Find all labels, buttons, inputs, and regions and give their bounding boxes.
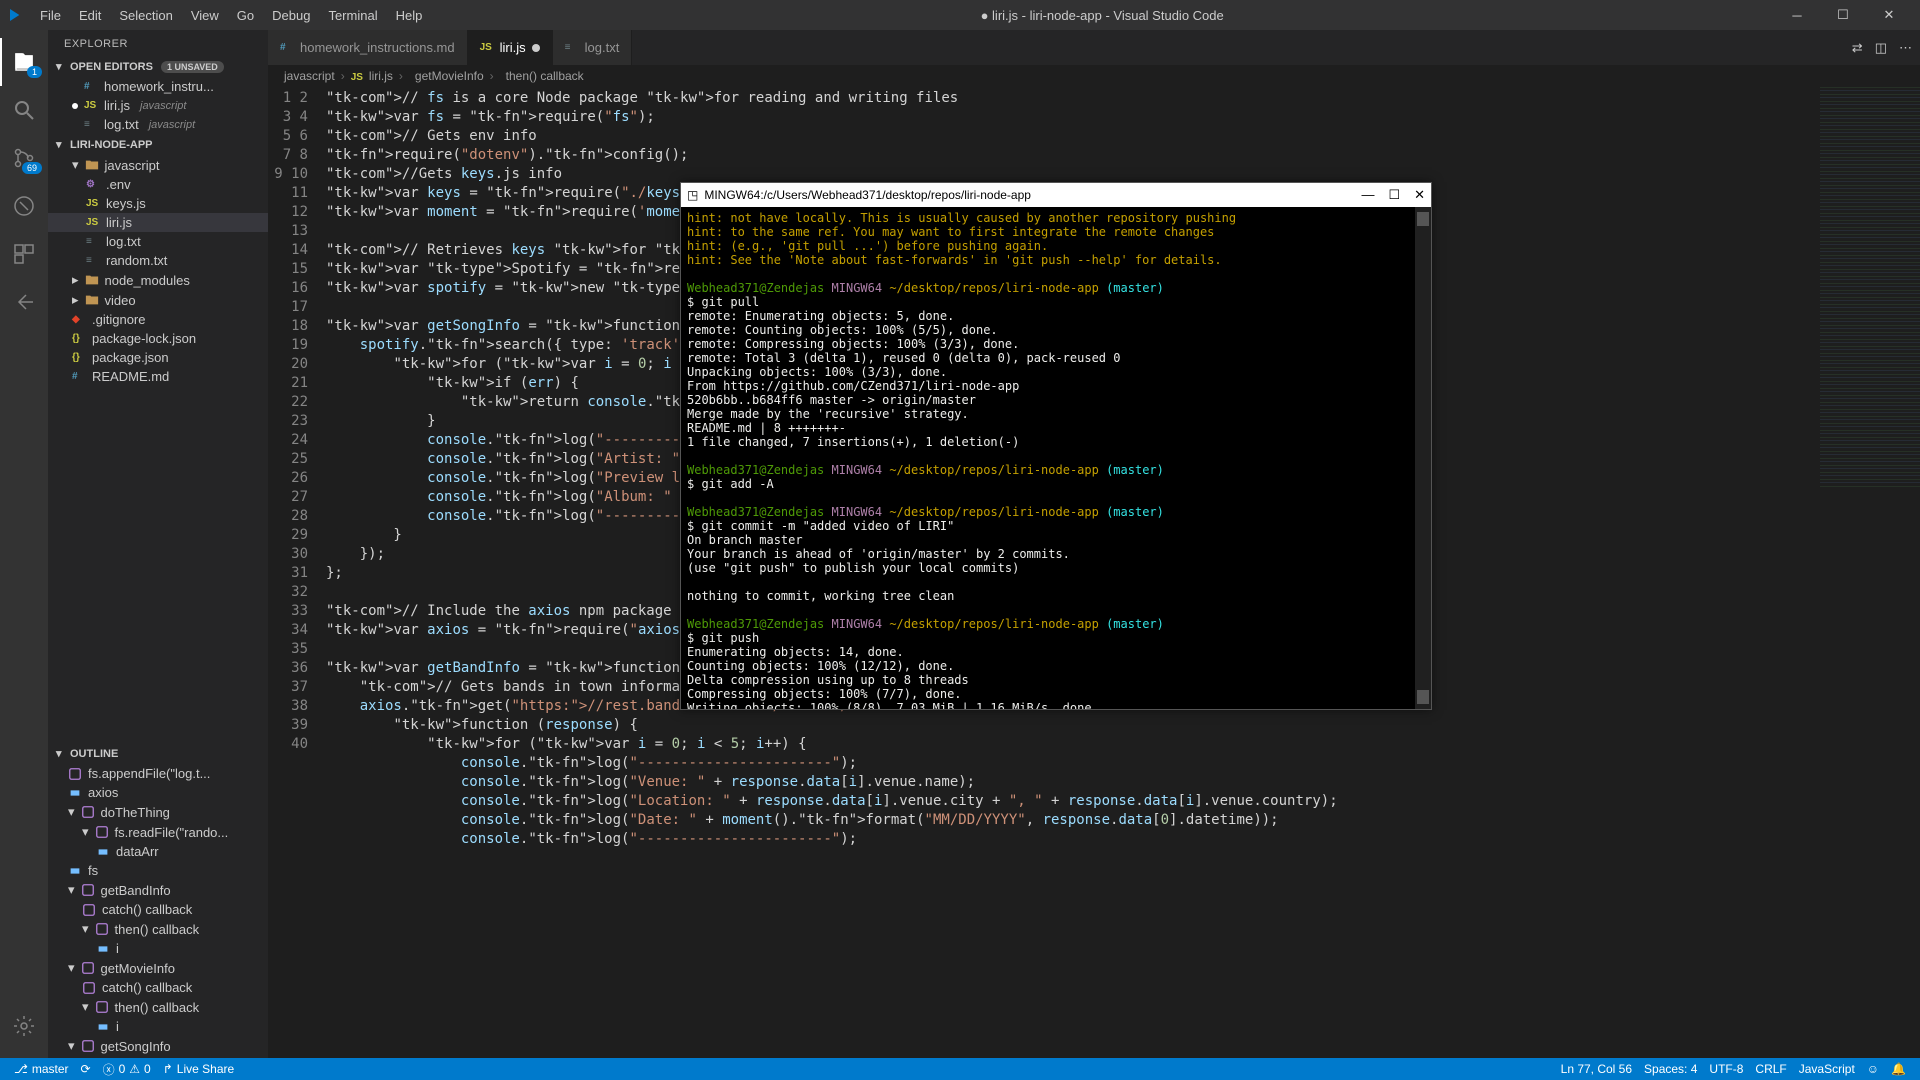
menu-go[interactable]: Go	[229, 4, 262, 27]
outline-item[interactable]: catch() callback	[48, 978, 268, 997]
eol[interactable]: CRLF	[1749, 1062, 1792, 1076]
activity-bar: 1 69	[0, 30, 48, 1058]
menu-selection[interactable]: Selection	[111, 4, 180, 27]
project-header[interactable]: ▾ LIRI-NODE-APP	[48, 136, 268, 153]
encoding[interactable]: UTF-8	[1703, 1062, 1749, 1076]
menu-terminal[interactable]: Terminal	[320, 4, 385, 27]
file-tree-item[interactable]: ⚙.env	[48, 175, 268, 194]
terminal-maximize-button[interactable]: ☐	[1388, 187, 1400, 203]
outline-item[interactable]: ▾ getSongInfo	[48, 1036, 268, 1056]
minimap[interactable]	[1820, 87, 1920, 487]
outline-item[interactable]: axios	[48, 783, 268, 802]
menu-file[interactable]: File	[32, 4, 69, 27]
file-tree-item[interactable]: ▸ node_modules	[48, 270, 268, 290]
liveshare-view-icon[interactable]	[0, 278, 48, 326]
unsaved-badge: 1 UNSAVED	[161, 61, 224, 73]
language-mode[interactable]: JavaScript	[1793, 1062, 1861, 1076]
terminal-minimize-button[interactable]: —	[1361, 187, 1374, 203]
menu-debug[interactable]: Debug	[264, 4, 318, 27]
breadcrumb-item[interactable]: then() callback	[506, 69, 584, 83]
terminal-output[interactable]: hint: not have locally. This is usually …	[681, 207, 1431, 709]
cursor-position[interactable]: Ln 77, Col 56	[1555, 1062, 1638, 1076]
vscode-icon	[8, 7, 24, 23]
menu-help[interactable]: Help	[388, 4, 431, 27]
settings-icon[interactable]	[0, 1002, 48, 1050]
breadcrumb-item[interactable]: getMovieInfo	[415, 69, 484, 83]
split-editor-icon[interactable]: ◫	[1875, 40, 1887, 56]
debug-view-icon[interactable]	[0, 182, 48, 230]
close-button[interactable]: ✕	[1866, 0, 1912, 30]
terminal-icon: ◳	[687, 188, 698, 202]
extensions-view-icon[interactable]	[0, 230, 48, 278]
outline-item[interactable]: ▾ then() callback	[48, 919, 268, 939]
more-icon[interactable]: ⋯	[1899, 40, 1912, 56]
explorer-badge: 1	[27, 66, 42, 78]
file-tree-item[interactable]: {}package-lock.json	[48, 329, 268, 348]
editor-tab[interactable]: ≡log.txt	[553, 30, 633, 65]
outline-item[interactable]: ▾ getMovieInfo	[48, 958, 268, 978]
menu-edit[interactable]: Edit	[71, 4, 109, 27]
sidebar-title: EXPLORER	[48, 30, 268, 58]
minimize-button[interactable]: ─	[1774, 0, 1820, 30]
feedback-icon[interactable]: ☺	[1861, 1062, 1885, 1076]
line-numbers: 1 2 3 4 5 6 7 8 9 10 11 12 13 14 15 16 1…	[268, 87, 326, 1058]
scm-view-icon[interactable]: 69	[0, 134, 48, 182]
maximize-button[interactable]: ☐	[1820, 0, 1866, 30]
outline-item[interactable]: fs.appendFile("log.t...	[48, 764, 268, 783]
open-editors-label: OPEN EDITORS	[70, 61, 153, 73]
git-branch[interactable]: ⎇ master	[8, 1062, 75, 1076]
terminal-titlebar[interactable]: ◳ MINGW64:/c/Users/Webhead371/desktop/re…	[681, 183, 1431, 207]
file-tree-item[interactable]: ▸ video	[48, 290, 268, 310]
search-view-icon[interactable]	[0, 86, 48, 134]
file-tree-item[interactable]: ≡random.txt	[48, 251, 268, 270]
file-tree-item[interactable]: ◆.gitignore	[48, 310, 268, 329]
outline-item[interactable]: ▾ fs.readFile("rando...	[48, 822, 268, 842]
outline-item[interactable]: i	[48, 1017, 268, 1036]
menu-bar: FileEditSelectionViewGoDebugTerminalHelp	[32, 4, 430, 27]
breadcrumb-item[interactable]: liri.js	[369, 69, 393, 83]
editor-tab[interactable]: JSliri.js	[468, 30, 553, 65]
liveshare-status[interactable]: ↱ Live Share	[157, 1062, 240, 1076]
open-editor-item[interactable]: JSliri.jsjavascript	[48, 96, 268, 115]
outline-item[interactable]: dataArr	[48, 842, 268, 861]
file-tree-item[interactable]: ≡log.txt	[48, 232, 268, 251]
editor-tab[interactable]: #homework_instructions.md	[268, 30, 468, 65]
explorer-view-icon[interactable]: 1	[0, 38, 48, 86]
window-titlebar: FileEditSelectionViewGoDebugTerminalHelp…	[0, 0, 1920, 30]
outline-item[interactable]: i	[48, 939, 268, 958]
terminal-scrollbar[interactable]	[1415, 207, 1431, 709]
menu-view[interactable]: View	[183, 4, 227, 27]
project-label: LIRI-NODE-APP	[70, 139, 153, 151]
sync-button[interactable]: ⟳	[75, 1062, 97, 1076]
file-tree-item[interactable]: {}package.json	[48, 348, 268, 367]
terminal-window: ◳ MINGW64:/c/Users/Webhead371/desktop/re…	[680, 182, 1432, 710]
outline-header[interactable]: ▾ OUTLINE	[48, 745, 268, 762]
compare-icon[interactable]: ⇄	[1852, 40, 1863, 56]
open-editor-item[interactable]: #homework_instru...	[48, 77, 268, 96]
file-tree-item[interactable]: JSkeys.js	[48, 194, 268, 213]
file-tree-item[interactable]: JSliri.js	[48, 213, 268, 232]
terminal-title: MINGW64:/c/Users/Webhead371/desktop/repo…	[704, 188, 1031, 202]
outline-item[interactable]: catch() callback	[48, 900, 268, 919]
breadcrumb-item[interactable]: javascript	[284, 69, 335, 83]
notifications-icon[interactable]: 🔔	[1885, 1062, 1912, 1076]
problems[interactable]: ⓧ 0 ⚠ 0	[97, 1061, 157, 1078]
indent[interactable]: Spaces: 4	[1638, 1062, 1703, 1076]
outline-item[interactable]: ▾ then() callback	[48, 997, 268, 1017]
scm-badge: 69	[22, 162, 42, 174]
file-tree-item[interactable]: #README.md	[48, 367, 268, 386]
file-tree-item[interactable]: ▾ javascript	[48, 155, 268, 175]
sidebar: EXPLORER ▾ OPEN EDITORS 1 UNSAVED #homew…	[48, 30, 268, 1058]
outline-item[interactable]: ▾ getBandInfo	[48, 880, 268, 900]
outline-label: OUTLINE	[70, 748, 118, 760]
outline-item[interactable]: ▾ doTheThing	[48, 802, 268, 822]
breadcrumb[interactable]: javascript›JSliri.js›getMovieInfo›then()…	[268, 65, 1920, 87]
window-title: ● liri.js - liri-node-app - Visual Studi…	[430, 8, 1774, 23]
open-editor-item[interactable]: ≡log.txtjavascript	[48, 115, 268, 134]
status-bar: ⎇ master ⟳ ⓧ 0 ⚠ 0 ↱ Live Share Ln 77, C…	[0, 1058, 1920, 1080]
editor-tabs: #homework_instructions.mdJSliri.js≡log.t…	[268, 30, 1920, 65]
outline-item[interactable]: fs	[48, 861, 268, 880]
open-editors-header[interactable]: ▾ OPEN EDITORS 1 UNSAVED	[48, 58, 268, 75]
terminal-close-button[interactable]: ✕	[1414, 187, 1425, 203]
